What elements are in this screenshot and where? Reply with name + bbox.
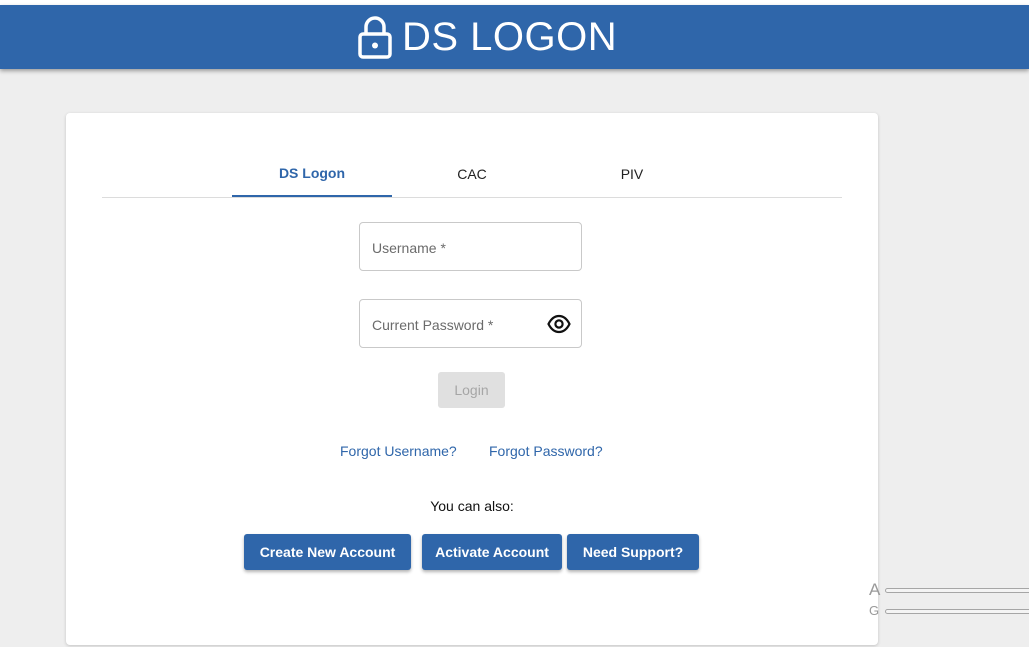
password-input[interactable] (370, 300, 549, 349)
forgot-username-link[interactable]: Forgot Username? (340, 443, 457, 459)
eye-icon[interactable] (547, 314, 571, 334)
login-tabs: DS Logon CAC PIV (232, 151, 712, 197)
partial-overlay: A G (869, 580, 1029, 620)
activate-account-button[interactable]: Activate Account (422, 534, 562, 570)
tab-cac[interactable]: CAC (392, 151, 552, 197)
login-button[interactable]: Login (438, 372, 505, 408)
username-field[interactable] (359, 222, 582, 272)
need-support-button[interactable]: Need Support? (567, 534, 699, 570)
app-header: DS LOGON (0, 5, 1029, 69)
tab-piv[interactable]: PIV (552, 151, 712, 197)
also-text: You can also: (430, 498, 514, 514)
lock-icon (358, 16, 392, 59)
overlay-bar-1 (885, 588, 1029, 593)
overlay-text-1: A (869, 580, 881, 599)
header-brand: DS LOGON (358, 13, 617, 61)
password-field[interactable] (359, 299, 582, 349)
username-input[interactable] (370, 223, 549, 272)
create-account-button[interactable]: Create New Account (244, 534, 411, 570)
login-card: DS Logon CAC PIV Login Forgot Username? … (66, 113, 878, 645)
forgot-password-link[interactable]: Forgot Password? (489, 443, 603, 459)
overlay-bar-2 (885, 609, 1029, 614)
tab-ds-logon[interactable]: DS Logon (232, 151, 392, 197)
tab-divider (102, 197, 842, 198)
overlay-text-2: G (869, 603, 880, 618)
page-title: DS LOGON (402, 15, 618, 59)
